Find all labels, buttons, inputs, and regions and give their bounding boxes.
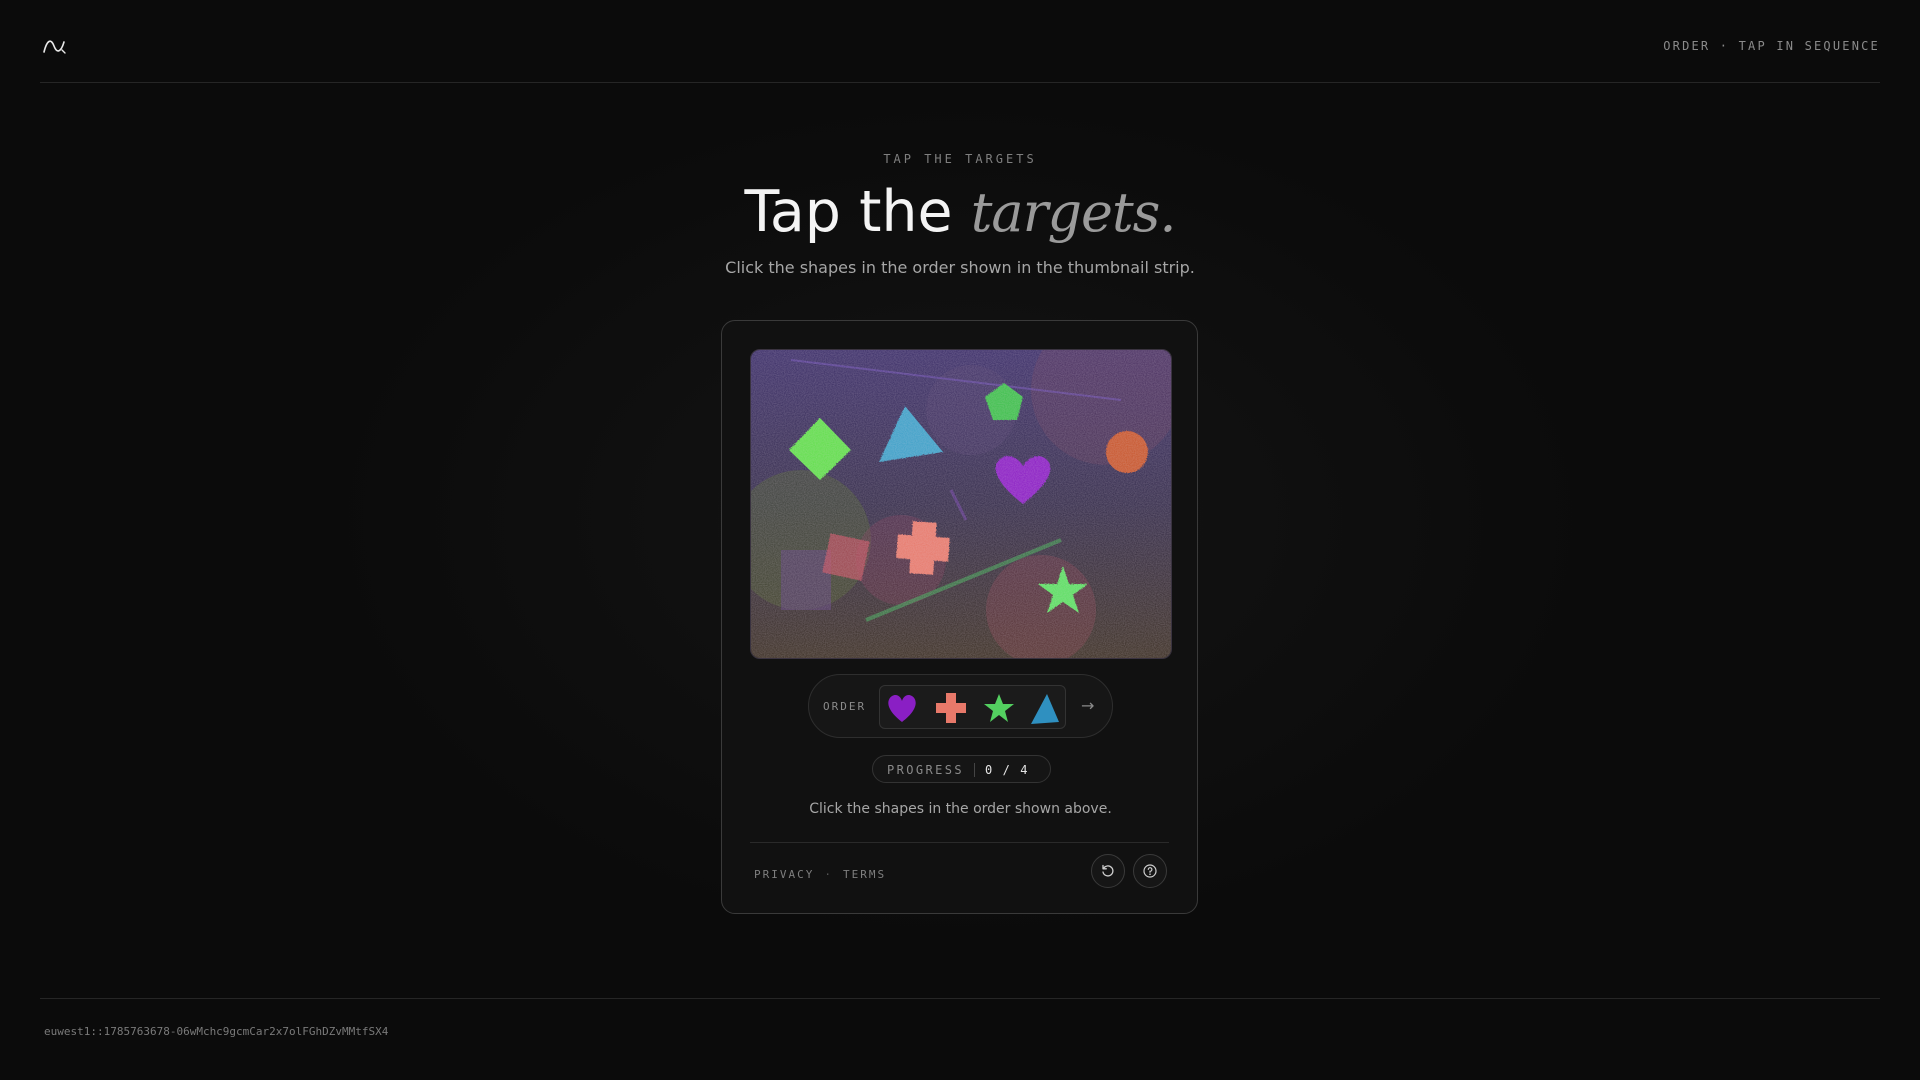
reload-button[interactable]: [1091, 854, 1125, 888]
page-subtitle: Click the shapes in the order shown in t…: [725, 258, 1195, 277]
page-title: Tap the targets.: [0, 176, 1920, 249]
title-main: Tap the: [744, 179, 971, 245]
help-icon: [1143, 864, 1157, 878]
link-separator: ·: [824, 868, 833, 881]
title-emphasis: targets.: [970, 181, 1177, 244]
reload-icon: [1102, 864, 1114, 877]
progress-label: PROGRESS: [887, 763, 964, 777]
thumbnail-strip: [879, 685, 1066, 729]
thumb-cross-icon: [936, 693, 966, 723]
challenge-card: ORDER → PROGRESS 0 / 4 Click the shapes …: [721, 320, 1198, 914]
thumb-triangle-icon: [1031, 694, 1059, 724]
wave-logo-icon[interactable]: [42, 36, 68, 56]
progress-indicator: PROGRESS 0 / 4: [872, 755, 1051, 783]
thumb-heart-icon: [888, 694, 916, 722]
eyebrow-label: TAP THE TARGETS: [883, 152, 1037, 166]
shape-canvas[interactable]: [750, 349, 1172, 659]
order-strip: ORDER →: [808, 674, 1113, 738]
terms-link[interactable]: TERMS: [843, 868, 886, 881]
arrow-right-icon: →: [1081, 696, 1095, 715]
top-bar: ORDER · TAP IN SEQUENCE: [40, 0, 1880, 83]
footer-divider: [40, 998, 1880, 999]
card-divider: [750, 842, 1169, 843]
thumb-star-icon: [984, 694, 1014, 722]
mode-label: ORDER · TAP IN SEQUENCE: [1663, 39, 1880, 53]
session-id: euwest1::1785763678-06wMchc9gcmCar2x7olF…: [44, 1025, 389, 1038]
privacy-link[interactable]: PRIVACY: [754, 868, 814, 881]
progress-divider: [974, 763, 975, 777]
help-button[interactable]: [1133, 854, 1167, 888]
legal-links: PRIVACY · TERMS: [754, 868, 886, 881]
progress-value: 0 / 4: [985, 763, 1030, 777]
instruction-text: Click the shapes in the order shown abov…: [809, 801, 1112, 817]
order-label: ORDER: [823, 700, 867, 713]
